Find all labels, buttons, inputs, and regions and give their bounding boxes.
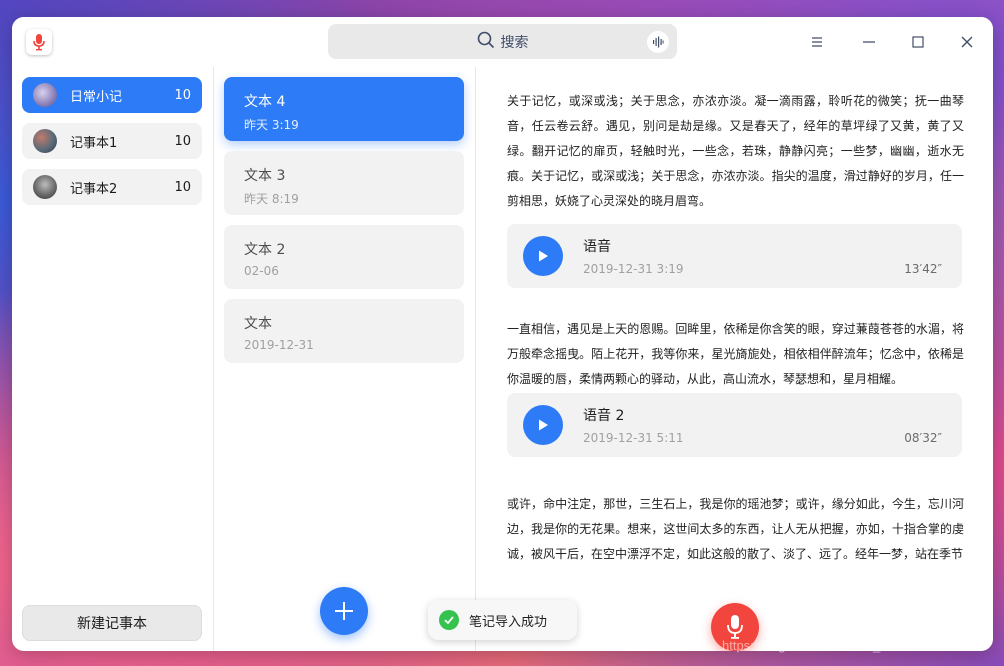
voice-note-card[interactable]: 语音 2019-12-31 3:19 13′42″ (507, 224, 962, 288)
note-time: 2019-12-31 (244, 338, 314, 352)
voice-search-icon[interactable] (647, 31, 669, 53)
note-time: 昨天 3:19 (244, 118, 299, 132)
maximize-icon[interactable] (905, 29, 931, 55)
play-icon (539, 250, 548, 262)
add-note-button[interactable] (320, 587, 368, 635)
notebook-count: 10 (174, 179, 191, 195)
menu-icon[interactable] (804, 29, 830, 55)
import-success-toast: 笔记导入成功 (428, 600, 577, 640)
microphone-icon (727, 615, 743, 639)
note-card[interactable]: 文本 2019-12-31 (224, 299, 464, 363)
search-placeholder: 搜索 (500, 34, 529, 51)
watermark-text: https://blog.csdn.net/rekiin_43355076 (722, 638, 939, 653)
note-card[interactable]: 文本 3 昨天 8:19 (224, 151, 464, 215)
note-title: 文本 2 (244, 242, 286, 258)
microphone-app-icon[interactable] (26, 29, 52, 55)
play-button[interactable] (523, 236, 563, 276)
note-title: 文本 (244, 316, 272, 332)
search-icon (477, 31, 495, 53)
new-notebook-button[interactable]: 新建记事本 (22, 605, 202, 641)
text-paragraph[interactable]: 或许，命中注定，那世，三生石上，我是你的瑶池梦；或许，缘分如此，今生，忘川河边，… (507, 492, 964, 567)
voice-title: 语音 (583, 239, 611, 255)
note-editor[interactable]: 关于记忆，或深或浅；关于思念，亦浓亦淡。凝一滴雨露，聆听花的微笑；抚一曲琴音，任… (476, 67, 993, 651)
play-icon (539, 419, 548, 431)
notebook-avatar (33, 175, 57, 199)
notebook-item-2[interactable]: 记事本2 10 (22, 169, 202, 205)
note-time: 02-06 (244, 264, 279, 278)
search-input[interactable]: 搜索 (328, 24, 677, 59)
notebook-avatar (33, 129, 57, 153)
plus-icon (335, 602, 353, 620)
voice-time: 2019-12-31 3:19 (583, 262, 684, 276)
text-paragraph[interactable]: 关于记忆，或深或浅；关于思念，亦浓亦淡。凝一滴雨露，聆听花的微笑；抚一曲琴音，任… (507, 89, 964, 214)
notebook-item-1[interactable]: 记事本1 10 (22, 123, 202, 159)
note-list: 文本 4 昨天 3:19 文本 3 昨天 8:19 文本 2 02-06 文本 … (214, 67, 476, 651)
minimize-icon[interactable] (856, 29, 882, 55)
notebook-name: 日常小记 (70, 89, 123, 105)
voice-duration: 13′42″ (904, 262, 942, 276)
note-title: 文本 4 (244, 94, 286, 110)
text-paragraph[interactable]: 一直相信，遇见是上天的恩赐。回眸里，依稀是你含笑的眼，穿过蒹葭苍苍的水湄，将万般… (507, 317, 964, 392)
notebook-name: 记事本1 (70, 135, 118, 151)
toast-text: 笔记导入成功 (469, 614, 548, 630)
note-card[interactable]: 文本 4 昨天 3:19 (224, 77, 464, 141)
play-button[interactable] (523, 405, 563, 445)
voice-note-card[interactable]: 语音 2 2019-12-31 5:11 08′32″ (507, 393, 962, 457)
note-time: 昨天 8:19 (244, 192, 299, 206)
note-title: 文本 3 (244, 168, 286, 184)
title-bar: 搜索 (12, 17, 993, 67)
close-icon[interactable] (954, 29, 980, 55)
notebook-item-daily[interactable]: 日常小记 10 (22, 77, 202, 113)
check-circle-icon (439, 610, 459, 630)
notebook-count: 10 (174, 87, 191, 103)
voice-time: 2019-12-31 5:11 (583, 431, 684, 445)
app-window: 搜索 日常小记 10 记事本1 10 记事本2 10 新建记事本 文本 4 昨天… (12, 17, 993, 651)
notebook-name: 记事本2 (70, 181, 118, 197)
notebook-count: 10 (174, 133, 191, 149)
voice-title: 语音 2 (583, 408, 625, 424)
notebook-avatar (33, 83, 57, 107)
voice-duration: 08′32″ (904, 431, 942, 445)
notebook-sidebar: 日常小记 10 记事本1 10 记事本2 10 新建记事本 (12, 67, 214, 651)
note-card[interactable]: 文本 2 02-06 (224, 225, 464, 289)
